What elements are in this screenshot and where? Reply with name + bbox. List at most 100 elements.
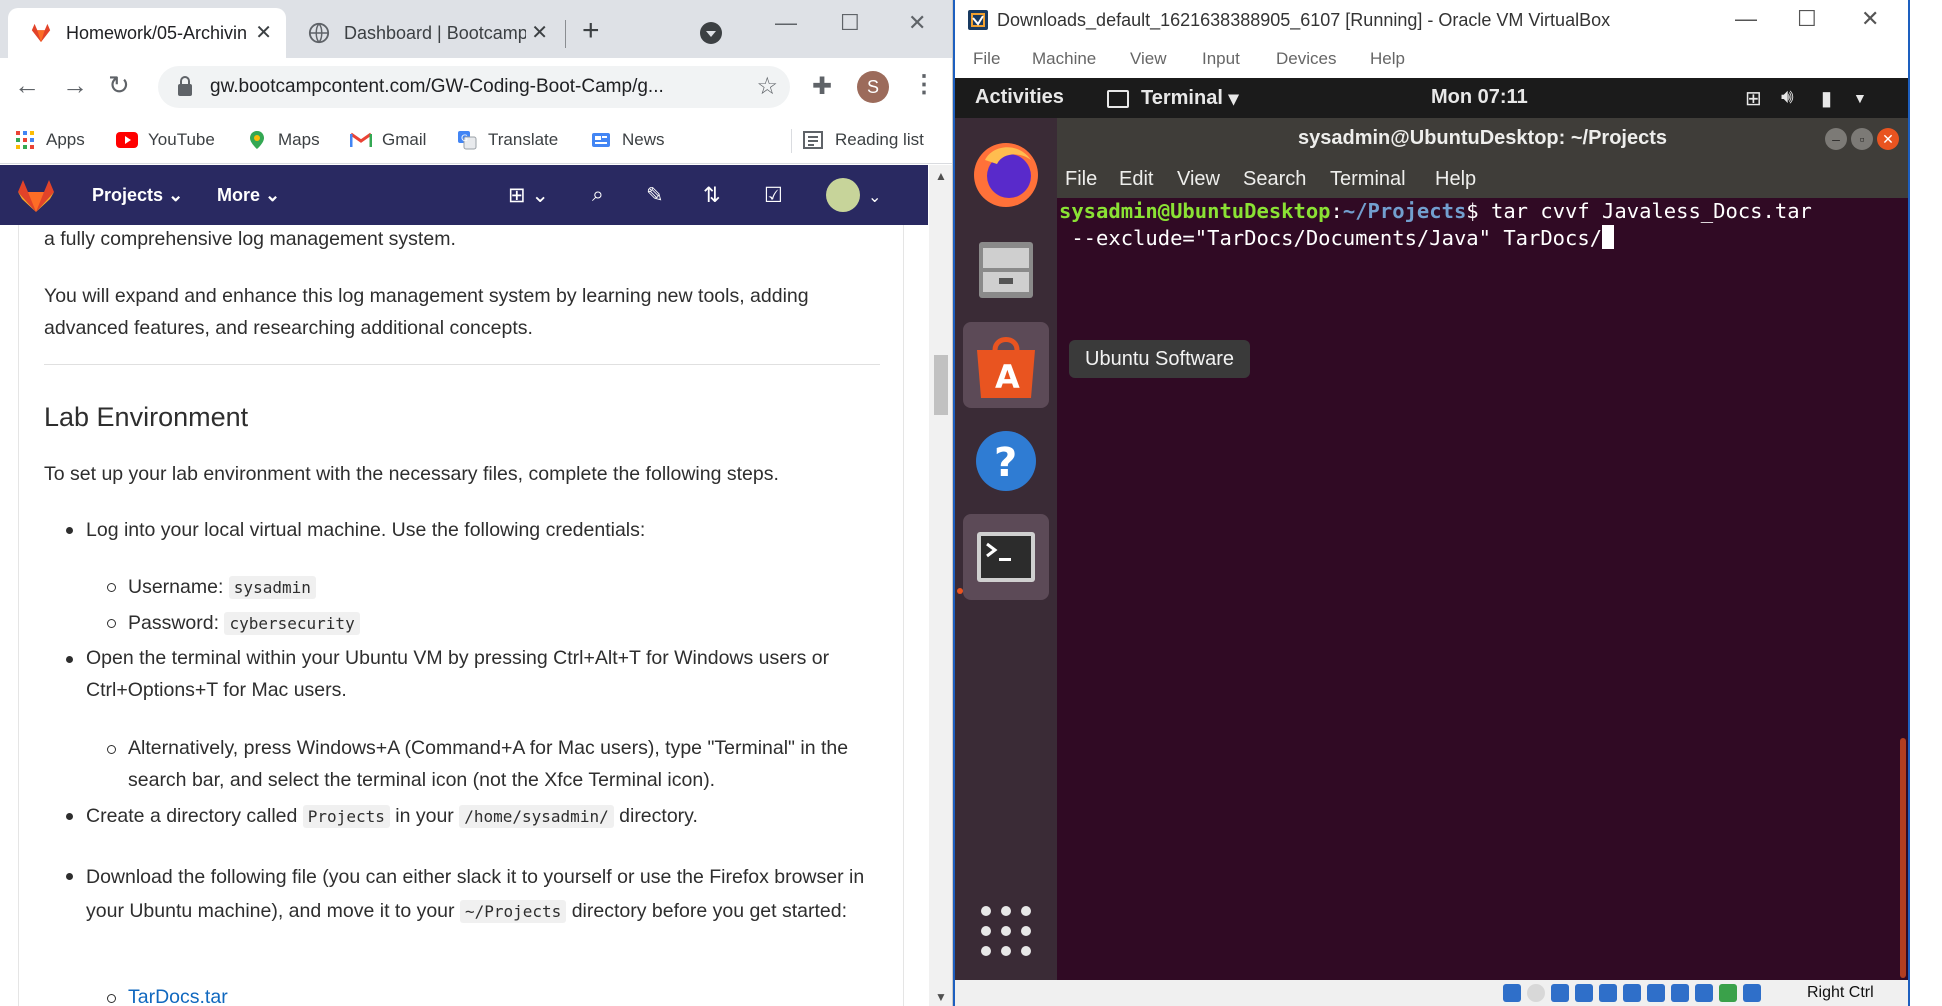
minimize-icon[interactable]: — — [1735, 6, 1757, 32]
nav-projects[interactable]: Projects ⌄ — [92, 185, 183, 206]
gitlab-logo-icon[interactable] — [16, 179, 56, 213]
maps-icon — [250, 131, 264, 149]
maximize-icon[interactable]: ▫ — [1851, 128, 1873, 150]
scroll-down-icon[interactable]: ▼ — [935, 990, 947, 1004]
activities-button[interactable]: Activities — [975, 86, 1064, 109]
list-item: Download the following file (you can eit… — [86, 860, 876, 929]
volume-icon[interactable]: 🔊︎ — [1781, 86, 1794, 109]
tab-homework[interactable]: Homework/05-Archivin ✕ — [8, 8, 286, 58]
term-menu-view[interactable]: View — [1177, 168, 1220, 191]
help-icon: ? — [976, 431, 1036, 491]
nav-more[interactable]: More ⌄ — [217, 185, 280, 206]
tab-search-button[interactable] — [700, 22, 722, 44]
paragraph: To set up your lab environment with the … — [44, 463, 779, 485]
extensions-puzzle-icon[interactable]: ✚ — [812, 72, 832, 101]
terminal-dock-item[interactable] — [963, 514, 1049, 600]
bookmark-translate[interactable]: G Translate — [456, 127, 558, 153]
close-window-icon[interactable]: ✕ — [1861, 6, 1879, 32]
scroll-up-icon[interactable]: ▲ — [935, 169, 947, 183]
battery-icon[interactable]: ▮ — [1821, 86, 1832, 111]
new-item-plus-icon[interactable]: ⊞ ⌄ — [508, 183, 549, 208]
address-bar[interactable]: gw.bootcampcontent.com/GW-Coding-Boot-Ca… — [158, 66, 790, 108]
maximize-icon[interactable]: ☐ — [1797, 6, 1817, 32]
menu-help[interactable]: Help — [1370, 49, 1405, 69]
app-menu[interactable]: Terminal ▾ — [1107, 86, 1238, 111]
shared-folders-icon[interactable] — [1623, 984, 1641, 1002]
files-dock-item[interactable] — [963, 226, 1049, 312]
bookmark-star-icon[interactable]: ☆ — [756, 72, 778, 101]
search-icon[interactable]: ⌕ — [592, 183, 604, 207]
chrome-menu-icon[interactable]: ⋮ — [912, 70, 936, 99]
close-tab-icon[interactable]: ✕ — [531, 20, 548, 45]
back-button[interactable]: ← — [14, 72, 40, 98]
term-menu-edit[interactable]: Edit — [1119, 168, 1153, 191]
projects-label: Projects — [92, 185, 164, 205]
terminal-scroll-indicator[interactable] — [1900, 738, 1906, 978]
network-icon[interactable]: ⊞ — [1745, 86, 1762, 111]
password-code: cybersecurity — [224, 612, 360, 635]
display-icon[interactable] — [1647, 984, 1665, 1002]
audio-icon[interactable] — [1551, 984, 1569, 1002]
menu-devices[interactable]: Devices — [1276, 49, 1336, 69]
optical-drive-icon[interactable] — [1527, 984, 1545, 1002]
divider — [44, 364, 880, 365]
dock-tooltip: Ubuntu Software — [1069, 340, 1250, 378]
youtube-icon — [116, 132, 138, 148]
ubuntu-software-dock-item[interactable]: A — [963, 322, 1049, 408]
bookmark-apps[interactable]: Apps — [14, 127, 85, 153]
vbox-menubar: File Machine View Input Devices Help — [955, 42, 1908, 78]
network-adapter-icon[interactable] — [1575, 984, 1593, 1002]
tardocs-link[interactable]: TarDocs.tar — [128, 981, 228, 1006]
menu-view[interactable]: View — [1130, 49, 1167, 69]
reload-button[interactable]: ↻ — [108, 72, 130, 98]
bookmark-maps[interactable]: Maps — [246, 127, 320, 153]
bookmark-news[interactable]: News — [590, 127, 665, 153]
tab-dashboard[interactable]: Dashboard | Bootcamp ✕ — [286, 8, 562, 58]
issues-icon[interactable]: ✎ — [646, 183, 664, 208]
clock[interactable]: Mon 07:11 — [1431, 86, 1528, 109]
minimize-icon[interactable]: — — [775, 10, 797, 36]
bookmark-youtube[interactable]: YouTube — [116, 127, 215, 153]
term-menu-search[interactable]: Search — [1243, 168, 1306, 191]
maximize-icon[interactable]: ☐ — [840, 10, 860, 36]
merge-requests-icon[interactable]: ⇅ — [703, 183, 721, 208]
recording-icon[interactable] — [1671, 984, 1689, 1002]
usb-icon[interactable] — [1599, 984, 1617, 1002]
help-dock-item[interactable]: ? — [963, 418, 1049, 504]
hard-disk-icon[interactable] — [1503, 984, 1521, 1002]
page-scrollbar[interactable]: ▲ ▼ — [929, 165, 952, 1006]
profile-avatar[interactable]: S — [857, 71, 889, 103]
bookmark-gmail[interactable]: Gmail — [350, 127, 426, 153]
minimize-icon[interactable]: – — [1825, 128, 1847, 150]
svg-text:G: G — [461, 134, 468, 144]
menu-input[interactable]: Input — [1202, 49, 1240, 69]
paragraph: You will expand and enhance this log man… — [44, 285, 809, 339]
close-icon[interactable]: ✕ — [1877, 128, 1899, 150]
keyboard-capture-icon[interactable] — [1743, 984, 1761, 1002]
new-tab-button[interactable]: + — [582, 16, 600, 46]
intro-text: a fully comprehensive log management sys… — [44, 228, 456, 250]
guest-screen[interactable]: Activities Terminal ▾ Mon 07:11 ⊞ 🔊︎ ▮ ▼ — [955, 78, 1908, 980]
close-window-icon[interactable]: ✕ — [908, 10, 926, 36]
terminal-window[interactable]: sysadmin@UbuntuDesktop: ~/Projects – ▫ ✕… — [1057, 118, 1908, 980]
reading-list-button[interactable]: Reading list — [791, 127, 924, 153]
menu-file[interactable]: File — [973, 49, 1000, 69]
term-menu-file[interactable]: File — [1065, 168, 1097, 191]
show-applications-icon[interactable] — [981, 906, 1031, 956]
lock-icon[interactable] — [178, 76, 192, 96]
username-label: Username: — [128, 576, 224, 598]
scroll-thumb[interactable] — [934, 355, 948, 415]
close-tab-icon[interactable]: ✕ — [255, 20, 272, 45]
firefox-dock-item[interactable] — [963, 130, 1049, 216]
term-menu-terminal[interactable]: Terminal — [1330, 168, 1406, 191]
term-menu-help[interactable]: Help — [1435, 168, 1476, 191]
chevron-down-icon[interactable]: ⌄ — [868, 187, 881, 207]
terminal-output[interactable]: sysadmin@UbuntuDesktop:~/Projects$ tar c… — [1059, 198, 1899, 252]
user-avatar[interactable] — [826, 178, 860, 212]
chevron-down-icon[interactable]: ▼ — [1853, 90, 1867, 106]
menu-machine[interactable]: Machine — [1032, 49, 1096, 69]
cpu-icon[interactable] — [1695, 984, 1713, 1002]
forward-button[interactable]: → — [62, 72, 88, 98]
mouse-integration-icon[interactable] — [1719, 984, 1737, 1002]
todos-icon[interactable]: ☑ — [764, 183, 783, 208]
